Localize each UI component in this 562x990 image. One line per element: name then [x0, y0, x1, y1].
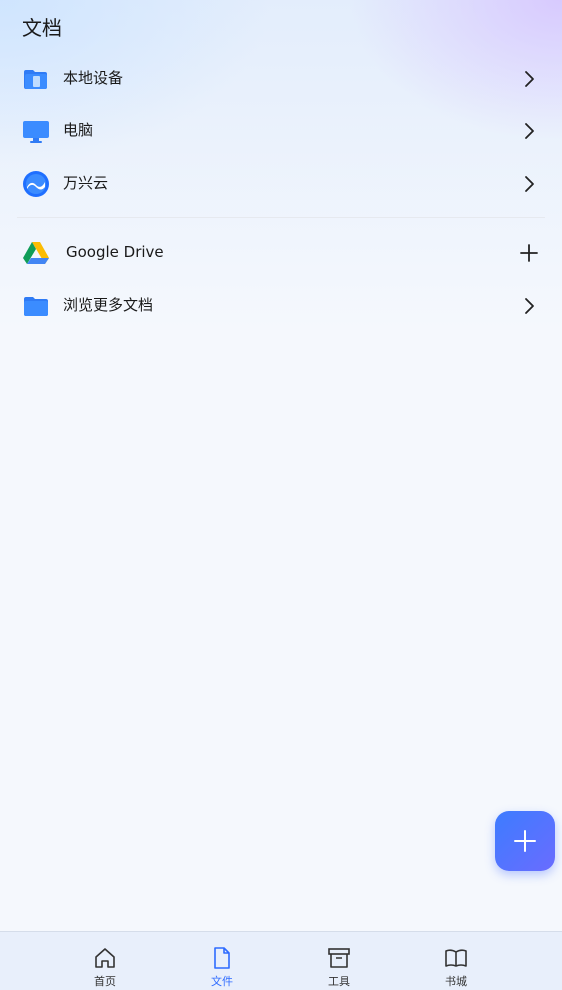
section-divider: [17, 217, 545, 218]
location-label: 万兴云: [63, 174, 109, 192]
bottom-navigation: 首页 文件 工具 书城: [0, 931, 562, 990]
chevron-right-icon: [518, 120, 540, 142]
nav-item-files[interactable]: 文件: [182, 932, 262, 990]
folder-icon: [22, 292, 50, 320]
chevron-right-icon: [518, 68, 540, 90]
chevron-right-icon: [518, 173, 540, 195]
service-item-browse-more[interactable]: 浏览更多文档: [0, 279, 562, 331]
book-icon: [444, 946, 468, 970]
phone-storage-icon: [22, 65, 50, 93]
location-item-cloud[interactable]: 万兴云: [0, 157, 562, 209]
location-item-computer[interactable]: 电脑: [0, 104, 562, 156]
toolbox-icon: [327, 946, 351, 970]
add-fab-button[interactable]: [495, 811, 555, 871]
monitor-icon: [22, 117, 50, 145]
nav-label: 工具: [328, 975, 350, 988]
service-label: Google Drive: [66, 243, 164, 261]
nav-item-bookstore[interactable]: 书城: [416, 932, 496, 990]
nav-label: 文件: [211, 975, 233, 988]
service-label: 浏览更多文档: [63, 296, 154, 314]
service-item-google-drive[interactable]: Google Drive: [0, 226, 562, 278]
nav-label: 书城: [445, 975, 467, 988]
plus-icon: [512, 828, 538, 854]
location-label: 本地设备: [63, 69, 124, 87]
nav-item-tools[interactable]: 工具: [299, 932, 379, 990]
location-label: 电脑: [63, 121, 94, 139]
nav-label: 首页: [94, 975, 116, 988]
google-drive-icon: [22, 239, 50, 267]
cloud-icon: [22, 170, 50, 198]
home-icon: [93, 946, 117, 970]
chevron-right-icon: [518, 295, 540, 317]
plus-icon[interactable]: [518, 242, 540, 264]
nav-item-home[interactable]: 首页: [65, 932, 145, 990]
file-icon: [210, 946, 234, 970]
page-title: 文档: [22, 16, 62, 40]
location-item-local-device[interactable]: 本地设备: [0, 52, 562, 104]
